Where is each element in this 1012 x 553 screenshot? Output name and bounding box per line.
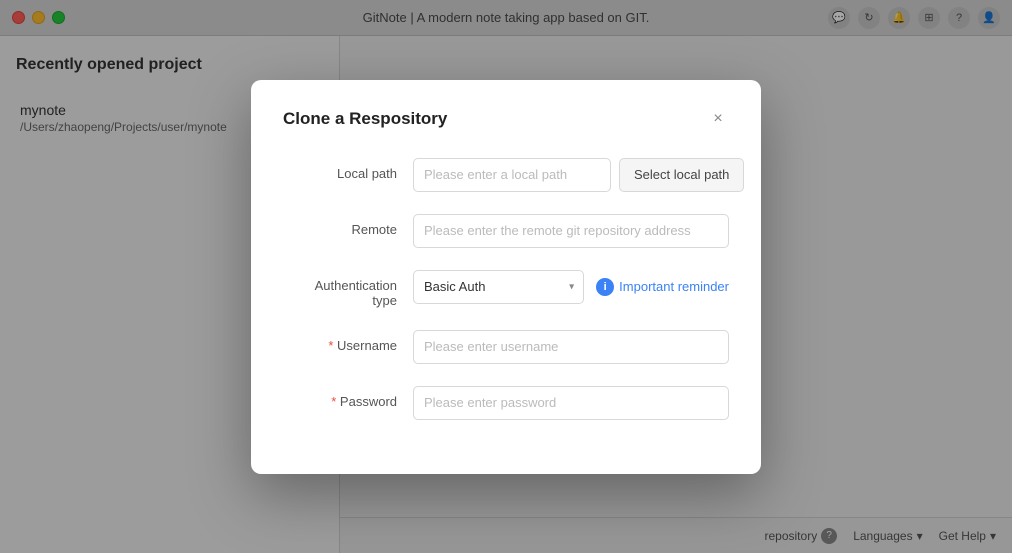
auth-type-label-group: Authentication type [283,270,413,308]
clone-repository-modal: Clone a Respository × Local path Select … [251,80,761,474]
remote-controls [413,214,729,248]
remote-row: Remote [283,214,729,248]
auth-controls: Basic Auth SSH Key None ▾ i Important re… [413,270,729,304]
username-row: Username [283,330,729,364]
remote-input[interactable] [413,214,729,248]
modal-overlay: Clone a Respository × Local path Select … [0,0,1012,553]
username-input[interactable] [413,330,729,364]
auth-label-line2: type [283,293,397,308]
username-label: Username [283,330,413,353]
remote-label: Remote [283,214,413,237]
local-path-row: Local path Select local path [283,158,729,192]
password-input[interactable] [413,386,729,420]
modal-header: Clone a Respository × [283,108,729,130]
auth-label-line1: Authentication [283,270,397,293]
password-label: Password [283,386,413,409]
important-reminder-link[interactable]: i Important reminder [596,278,729,296]
username-controls [413,330,729,364]
password-row: Password [283,386,729,420]
close-icon[interactable]: × [707,108,729,130]
important-reminder-label: Important reminder [619,279,729,294]
local-path-label: Local path [283,158,413,181]
password-controls [413,386,729,420]
local-path-input[interactable] [413,158,611,192]
select-local-path-button[interactable]: Select local path [619,158,744,192]
info-icon: i [596,278,614,296]
auth-type-select-wrapper: Basic Auth SSH Key None ▾ [413,270,584,304]
auth-type-row: Authentication type Basic Auth SSH Key N… [283,270,729,308]
auth-type-select[interactable]: Basic Auth SSH Key None [413,270,584,304]
local-path-controls: Select local path [413,158,744,192]
modal-title: Clone a Respository [283,109,447,129]
